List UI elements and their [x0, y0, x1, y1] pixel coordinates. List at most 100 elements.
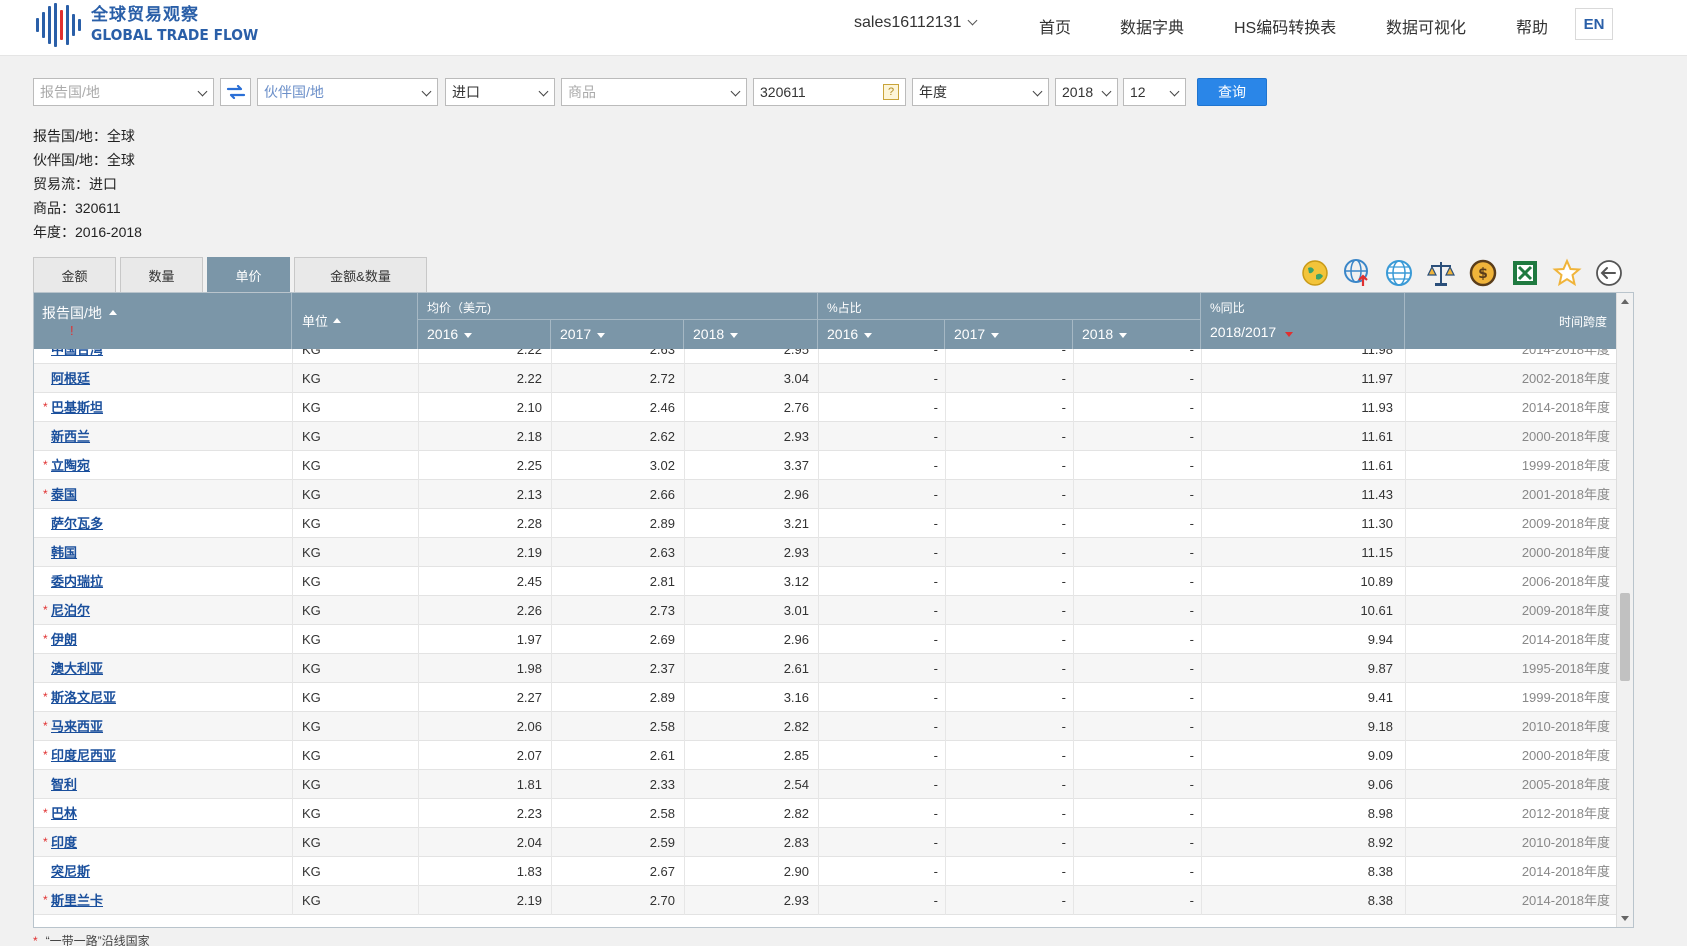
reporter-link[interactable]: 印度 — [51, 835, 77, 850]
col-price-2017-label: 2017 — [560, 326, 592, 342]
cell-s2017: - — [1061, 719, 1066, 734]
reporter-link[interactable]: 泰国 — [51, 487, 77, 502]
table-body: 中国台湾 KG 2.22 2.63 2.95- - -11.98 2014-2018年度 阿根廷… — [34, 349, 1617, 927]
partner-select[interactable]: 伙伴国/地 — [257, 78, 438, 106]
reporter-link[interactable]: 阿根廷 — [51, 371, 90, 386]
globe-grid-icon[interactable] — [1384, 258, 1414, 288]
col-share-2016[interactable]: 2016 — [818, 319, 945, 349]
tab-value[interactable]: 金额 — [33, 257, 116, 292]
dollar-coin-icon[interactable]: $ — [1468, 258, 1498, 288]
cell-unit: KG — [302, 748, 321, 763]
commodity-select[interactable]: 商品 — [561, 78, 747, 106]
col-reporter[interactable]: 报告国/地 ! — [34, 293, 292, 349]
vertical-scrollbar[interactable] — [1616, 293, 1633, 927]
excel-icon[interactable] — [1510, 258, 1540, 288]
reporter-link[interactable]: 智利 — [51, 777, 77, 792]
help-icon[interactable]: ? — [883, 84, 899, 100]
cell-span: 2005-2018年度 — [1521, 777, 1610, 792]
cell-yoy: 9.87 — [1367, 661, 1393, 676]
reporter-link[interactable]: 马来西亚 — [51, 719, 103, 734]
top-header: 全球贸易观察 GLOBAL TRADE FLOW sales16112131 首… — [0, 0, 1687, 56]
footnote: * “一带一路”沿线国家 — [33, 932, 150, 946]
reporter-link[interactable]: 印度尼西亚 — [51, 748, 116, 763]
star-icon[interactable] — [1552, 258, 1582, 288]
tab-value-and-quantity[interactable]: 金额&数量 — [294, 257, 427, 292]
col-group-avg-price-label: 均价（美元) — [427, 301, 491, 315]
reporter-link[interactable]: 尼泊尔 — [51, 603, 90, 618]
globe-upload-icon[interactable] — [1342, 258, 1372, 288]
col-price-2018[interactable]: 2018 — [684, 319, 818, 349]
table-row: 萨尔瓦多 KG 2.28 2.89 3.21 - - - 11.30 2009-2018年度 — [34, 509, 1617, 538]
reporter-link[interactable]: 伊朗 — [51, 632, 77, 647]
nav-help[interactable]: 帮助 — [1516, 14, 1548, 38]
nav-hs-code-table[interactable]: HS编码转换表 — [1234, 14, 1336, 38]
col-time-span[interactable]: 时间跨度 — [1405, 293, 1617, 349]
col-share-2017[interactable]: 2017 — [945, 319, 1073, 349]
cell-p2018: 2.95 — [783, 349, 809, 357]
logo[interactable]: 全球贸易观察 GLOBAL TRADE FLOW — [36, 0, 273, 50]
reporter-link[interactable]: 立陶宛 — [51, 458, 90, 473]
scroll-down-icon[interactable] — [1621, 916, 1629, 921]
nav-data-dictionary[interactable]: 数据字典 — [1120, 14, 1184, 38]
chevron-down-icon — [538, 86, 549, 97]
reporter-link[interactable]: 巴林 — [51, 806, 77, 821]
cell-p2018: 2.61 — [783, 661, 809, 676]
reporter-link[interactable]: 韩国 — [51, 545, 77, 560]
scales-icon[interactable] — [1426, 258, 1456, 288]
cell-s2018: - — [1189, 574, 1194, 589]
cell-s2018: - — [1189, 516, 1194, 531]
scroll-up-icon[interactable] — [1621, 299, 1629, 304]
globe-map-icon[interactable] — [1300, 258, 1330, 288]
reporter-link[interactable]: 萨尔瓦多 — [51, 516, 103, 531]
col-yoy-2018-2017[interactable]: 2018/2017 — [1201, 319, 1405, 349]
summary-partner: 伙伴国/地：全球 — [33, 152, 135, 168]
cell-p2018: 2.93 — [783, 893, 809, 908]
reporter-link[interactable]: 新西兰 — [51, 429, 90, 444]
reporter-link[interactable]: 斯洛文尼亚 — [51, 690, 116, 705]
year-select[interactable]: 2018 — [1055, 78, 1118, 106]
reporter-link[interactable]: 突尼斯 — [51, 864, 90, 879]
reporter-select[interactable]: 报告国/地 — [33, 78, 214, 106]
cell-s2018: - — [1189, 371, 1194, 386]
tab-quantity[interactable]: 数量 — [120, 257, 203, 292]
table-row: * 巴基斯坦 KG 2.10 2.46 2.76 - - - 11.93 2014-2018年度 — [34, 393, 1617, 422]
query-button[interactable]: 查询 — [1197, 78, 1267, 106]
tab-unit-price[interactable]: 单价 — [207, 257, 290, 292]
period-type-select[interactable]: 年度 — [912, 78, 1049, 106]
trade-flow-select[interactable]: 进口 — [445, 78, 555, 106]
cell-s2016: - — [933, 429, 938, 444]
back-arrow-icon[interactable] — [1594, 258, 1624, 288]
month-select[interactable]: 12 — [1123, 78, 1186, 106]
cell-p2016: 2.25 — [516, 458, 542, 473]
col-share-2018[interactable]: 2018 — [1073, 319, 1201, 349]
cell-reporter: * 斯洛文尼亚 — [34, 683, 292, 712]
summary-period: 年度：2016-2018 — [33, 224, 142, 240]
cell-s2017: - — [1061, 603, 1066, 618]
cell-s2017: - — [1061, 632, 1066, 647]
cell-span: 2014-2018年度 — [1521, 349, 1610, 357]
reporter-link[interactable]: 巴基斯坦 — [51, 400, 103, 415]
swap-reporter-partner-button[interactable] — [220, 78, 251, 106]
chevron-down-icon — [197, 86, 208, 97]
col-price-2017[interactable]: 2017 — [551, 319, 684, 349]
language-toggle-button[interactable]: EN — [1575, 8, 1613, 40]
reporter-link[interactable]: 斯里兰卡 — [51, 893, 103, 908]
nav-home[interactable]: 首页 — [1039, 14, 1071, 38]
cell-s2016: - — [933, 864, 938, 879]
col-unit[interactable]: 单位 — [292, 293, 418, 349]
cell-p2016: 1.81 — [516, 777, 542, 792]
col-price-2016[interactable]: 2016 — [418, 319, 551, 349]
hs-code-value: 320611 — [760, 84, 806, 100]
user-menu[interactable]: sales16112131 — [854, 14, 978, 32]
nav-data-visualization[interactable]: 数据可视化 — [1386, 14, 1466, 38]
cell-reporter: 委内瑞拉 — [34, 567, 292, 596]
cell-span: 2014-2018年度 — [1521, 400, 1610, 415]
reporter-link[interactable]: 委内瑞拉 — [51, 574, 103, 589]
hs-code-input[interactable]: 320611 ? — [753, 78, 906, 106]
reporter-link[interactable]: 澳大利亚 — [51, 661, 103, 676]
reporter-link[interactable]: 中国台湾 — [51, 349, 103, 357]
cell-s2017: - — [1061, 429, 1066, 444]
cell-s2018: - — [1189, 632, 1194, 647]
scrollbar-thumb[interactable] — [1620, 593, 1630, 681]
cell-s2017: - — [1061, 349, 1066, 357]
